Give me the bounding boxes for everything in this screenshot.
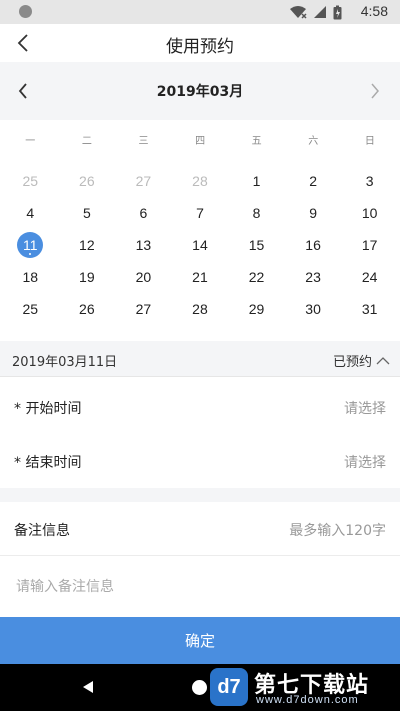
calendar-day[interactable]: 9	[285, 197, 342, 229]
section-divider	[0, 488, 400, 502]
calendar-day[interactable]: 21	[172, 261, 229, 293]
calendar-day[interactable]: 27	[115, 293, 172, 325]
watermark-logo: d7	[210, 668, 248, 706]
calendar-day[interactable]: 17	[341, 229, 398, 261]
calendar-day[interactable]: 7	[172, 197, 229, 229]
calendar-day[interactable]: 8	[228, 197, 285, 229]
calendar-day[interactable]: 3	[341, 165, 398, 197]
calendar-day[interactable]: 25	[2, 293, 59, 325]
calendar-week: 18 19 20 21 22 23 24	[2, 261, 398, 293]
calendar-day[interactable]: 12	[59, 229, 116, 261]
watermark-url: www.d7down.com	[256, 694, 359, 706]
reservation-status[interactable]: 已预约	[333, 351, 390, 370]
remark-limit-hint: 最多输入120字	[289, 523, 386, 539]
calendar-day[interactable]: 26	[59, 165, 116, 197]
calendar-day[interactable]: 31	[341, 293, 398, 325]
signal-icon	[314, 6, 326, 18]
start-time-label: * 开始时间	[14, 401, 82, 417]
calendar-day[interactable]: 27	[115, 165, 172, 197]
remark-row: 备注信息 最多输入120字	[0, 502, 400, 556]
calendar-day-selected[interactable]: 11	[2, 229, 59, 261]
month-navigator: 2019年03月	[0, 62, 400, 120]
status-bar: 4:58	[0, 0, 400, 24]
status-icons	[289, 4, 342, 20]
calendar-day[interactable]: 20	[115, 261, 172, 293]
calendar-day[interactable]: 22	[228, 261, 285, 293]
weekday-label: 二	[81, 136, 92, 147]
calendar-day[interactable]: 28	[172, 293, 229, 325]
calendar-day[interactable]: 18	[2, 261, 59, 293]
status-time: 4:58	[360, 3, 388, 19]
weekday-header: 一 二 三 四 五 六 日	[0, 132, 400, 152]
chevron-up-icon	[376, 357, 390, 365]
calendar-day[interactable]: 5	[59, 197, 116, 229]
end-time-label: * 结束时间	[14, 455, 82, 471]
remark-placeholder: 请输入备注信息	[16, 579, 114, 595]
weekday-label: 三	[138, 136, 149, 147]
next-month-button[interactable]	[360, 76, 390, 106]
battery-icon	[333, 5, 342, 19]
watermark: d7 第七下载站 www.d7down.com	[196, 664, 396, 711]
calendar-day[interactable]: 10	[341, 197, 398, 229]
calendar-day[interactable]: 2	[285, 165, 342, 197]
chevron-right-icon	[371, 83, 379, 99]
calendar-grid: 25 26 27 28 1 2 3 4 5 6 7 8 9 10 11 12 1…	[2, 165, 398, 325]
calendar-week: 11 12 13 14 15 16 17	[2, 229, 398, 261]
page-title: 使用预约	[166, 37, 234, 57]
calendar-day[interactable]: 26	[59, 293, 116, 325]
calendar-week: 25 26 27 28 29 30 31	[2, 293, 398, 325]
remark-label: 备注信息	[14, 523, 70, 539]
weekday-label: 四	[195, 136, 206, 147]
nav-back-icon[interactable]	[82, 680, 94, 694]
notification-dot-icon	[19, 5, 32, 18]
reservation-status-label: 已预约	[332, 355, 372, 370]
end-time-row[interactable]: * 结束时间 请选择	[0, 434, 400, 488]
calendar-day[interactable]: 6	[115, 197, 172, 229]
calendar-day[interactable]: 4	[2, 197, 59, 229]
calendar-day[interactable]: 23	[285, 261, 342, 293]
weekday-label: 六	[308, 136, 319, 147]
calendar-day[interactable]: 28	[172, 165, 229, 197]
confirm-button[interactable]: 确定	[0, 617, 400, 664]
calendar-day[interactable]: 14	[172, 229, 229, 261]
start-time-row[interactable]: * 开始时间 请选择	[0, 380, 400, 434]
calendar-day[interactable]: 1	[228, 165, 285, 197]
calendar-day[interactable]: 24	[341, 261, 398, 293]
end-time-picker[interactable]: 请选择	[344, 452, 386, 472]
calendar-day[interactable]: 30	[285, 293, 342, 325]
start-time-picker[interactable]: 请选择	[344, 398, 386, 418]
calendar-week: 4 5 6 7 8 9 10	[2, 197, 398, 229]
calendar-day[interactable]: 19	[59, 261, 116, 293]
wifi-icon	[290, 6, 307, 19]
calendar-day[interactable]: 16	[285, 229, 342, 261]
calendar-day[interactable]: 13	[115, 229, 172, 261]
calendar-day[interactable]: 25	[2, 165, 59, 197]
calendar-day[interactable]: 29	[228, 293, 285, 325]
calendar-week: 25 26 27 28 1 2 3	[2, 165, 398, 197]
title-bar: 使用预约	[0, 24, 400, 62]
selected-date: 2019年03月11日	[12, 355, 118, 370]
weekday-label: 五	[251, 136, 262, 147]
weekday-label: 一	[25, 136, 36, 147]
selected-date-bar[interactable]: 2019年03月11日 已预约	[0, 341, 400, 377]
remark-input[interactable]: 请输入备注信息	[0, 556, 400, 616]
month-label: 2019年03月	[156, 84, 244, 100]
weekday-label: 日	[364, 136, 375, 147]
calendar-day[interactable]: 15	[228, 229, 285, 261]
